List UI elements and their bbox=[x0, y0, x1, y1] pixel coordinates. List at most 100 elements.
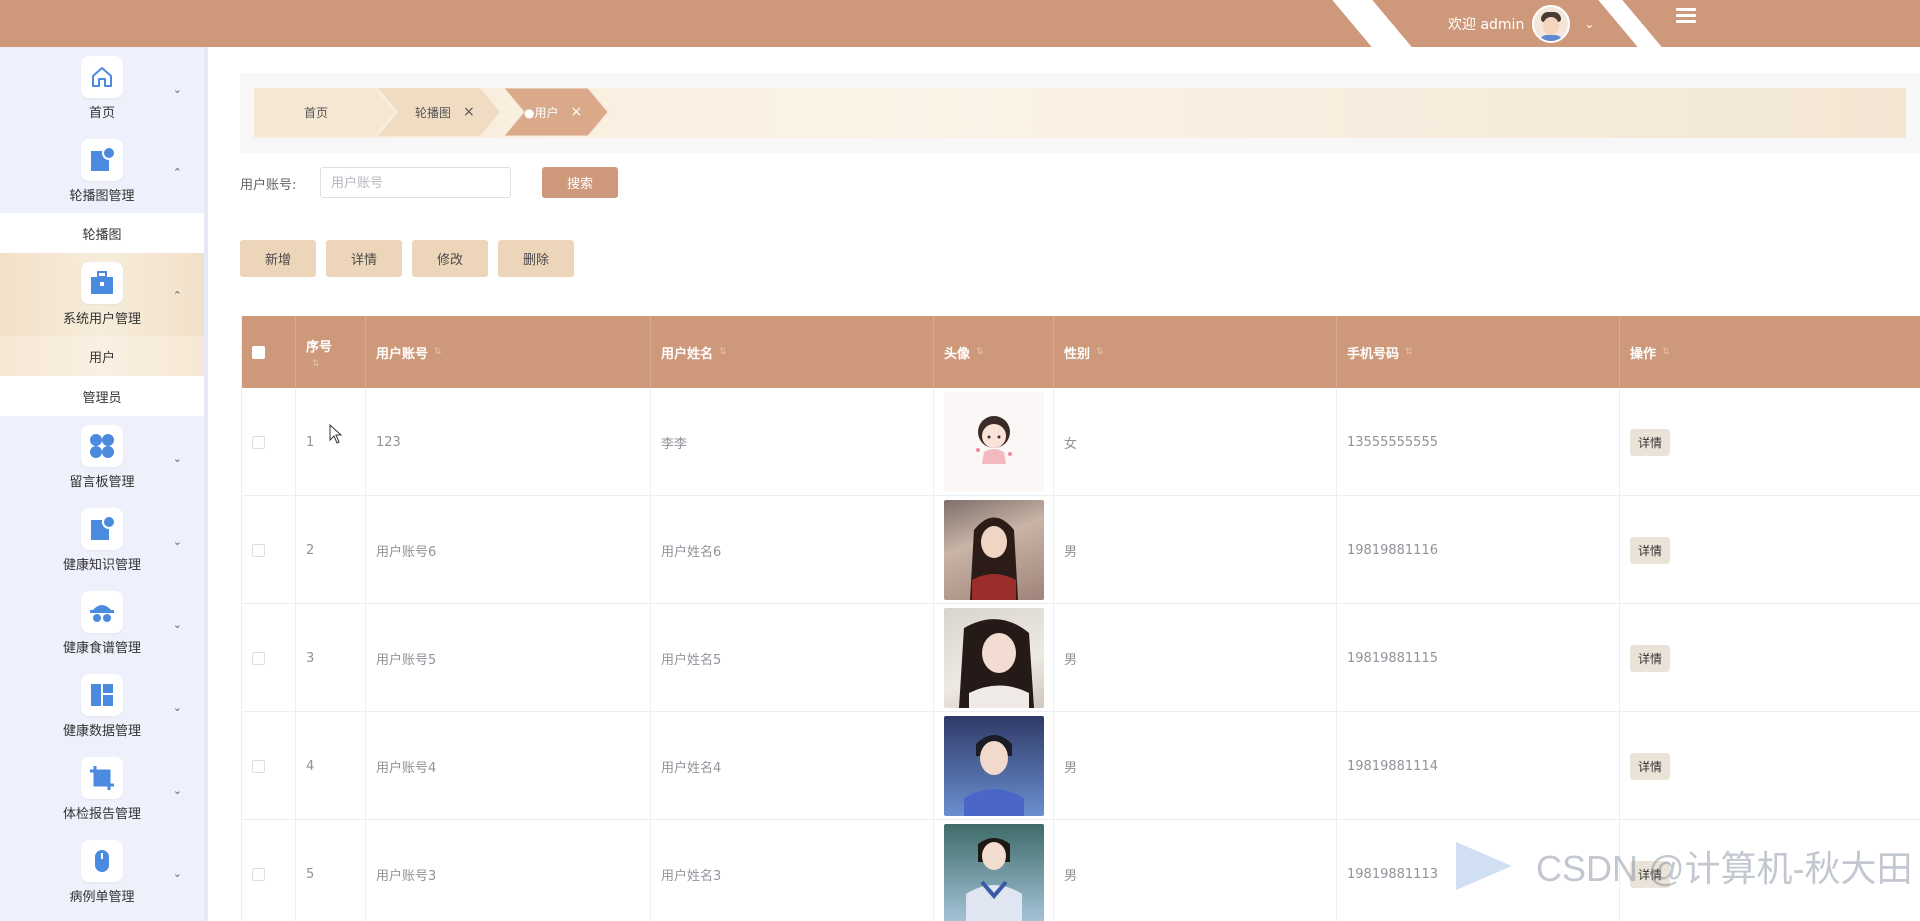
sidebar-item-message-board[interactable]: 留言板管理 ⌄ bbox=[0, 416, 204, 499]
user-avatar-image[interactable] bbox=[944, 824, 1044, 921]
chevron-down-icon[interactable]: ⌄ bbox=[1584, 17, 1594, 31]
column-header-label: 序号 bbox=[306, 339, 333, 355]
sort-icon[interactable]: ⇅ bbox=[312, 359, 320, 369]
column-header-label: 性别 bbox=[1064, 346, 1091, 362]
detail-button[interactable]: 详情 bbox=[326, 240, 402, 277]
cell-avatar bbox=[934, 388, 1054, 496]
add-button[interactable]: 新增 bbox=[240, 240, 316, 277]
user-avatar-image[interactable] bbox=[944, 608, 1044, 708]
tab-label: 首页 bbox=[304, 105, 329, 120]
table-row[interactable]: 2 用户账号6 用户姓名6 男 19819881116 详情 bbox=[242, 496, 1920, 604]
tab-label: ●用户 bbox=[524, 105, 559, 120]
row-detail-button[interactable]: 详情 bbox=[1630, 752, 1671, 780]
welcome-text: 欢迎 admin bbox=[1448, 16, 1525, 33]
sidebar-subitem-admin[interactable]: 管理员 bbox=[0, 376, 204, 416]
column-header-label: 头像 bbox=[944, 346, 971, 362]
row-checkbox[interactable] bbox=[252, 759, 265, 773]
header-gender[interactable]: 性别 ⇅ bbox=[1054, 316, 1337, 388]
sidebar-subitem-user[interactable]: 用户 bbox=[0, 336, 204, 376]
cell-phone: 19819881115 bbox=[1337, 604, 1620, 712]
sidebar-item-exam-report[interactable]: 体检报告管理 ⌄ bbox=[0, 748, 204, 831]
cell-avatar bbox=[934, 496, 1054, 604]
cell-gender: 男 bbox=[1054, 712, 1337, 820]
sidebar-item-home[interactable]: 首页 ⌄ bbox=[0, 47, 204, 130]
user-table: 序号 ⇅ 用户账号 ⇅ 用户姓名 ⇅ 头像 ⇅ 性别 ⇅ 手机号码 ⇅ 操作 ⇅ bbox=[241, 316, 1920, 921]
close-icon[interactable]: × bbox=[570, 104, 582, 120]
sort-icon[interactable]: ⇅ bbox=[1662, 347, 1670, 357]
search-button[interactable]: 搜索 bbox=[542, 167, 618, 198]
sidebar-item-case-sheet[interactable]: 病例单管理 ⌄ bbox=[0, 831, 204, 914]
sidebar-subitem-carousel[interactable]: 轮播图 bbox=[0, 213, 204, 253]
chevron-down-icon: ⌄ bbox=[172, 866, 182, 880]
tab-home[interactable]: 首页 bbox=[304, 88, 328, 136]
header-account[interactable]: 用户账号 ⇅ bbox=[366, 316, 651, 388]
avatar[interactable] bbox=[1532, 4, 1571, 43]
user-avatar-image[interactable] bbox=[944, 500, 1044, 600]
column-header-label: 操作 bbox=[1630, 346, 1657, 362]
cell-gender: 男 bbox=[1054, 820, 1337, 921]
user-avatar-image[interactable] bbox=[944, 392, 1044, 492]
edit-button[interactable]: 修改 bbox=[412, 240, 488, 277]
chevron-up-icon: ⌃ bbox=[172, 165, 182, 179]
cell-ops: 详情 bbox=[1620, 496, 1920, 604]
user-menu[interactable]: 欢迎 admin ⌄ bbox=[1448, 0, 1594, 47]
row-checkbox[interactable] bbox=[252, 435, 265, 449]
delete-button[interactable]: 删除 bbox=[498, 240, 574, 277]
image-icon bbox=[81, 508, 123, 550]
table-row[interactable]: 4 用户账号4 用户姓名4 男 19819881114 详情 bbox=[242, 712, 1920, 820]
tab-user[interactable]: ●用户 × bbox=[524, 88, 582, 136]
header-decor-stripe bbox=[1332, 0, 1412, 47]
table-row[interactable]: 3 用户账号5 用户姓名5 男 19819881115 详情 bbox=[242, 604, 1920, 712]
cell-gender: 男 bbox=[1054, 604, 1337, 712]
sidebar-item-label: 病例单管理 bbox=[69, 890, 135, 905]
hamburger-menu-icon[interactable] bbox=[1676, 8, 1696, 26]
cell-name: 用户姓名6 bbox=[651, 496, 934, 604]
cell-name: 用户姓名4 bbox=[651, 712, 934, 820]
header-avatar[interactable]: 头像 ⇅ bbox=[934, 316, 1054, 388]
cell-ops: 详情 bbox=[1620, 388, 1920, 496]
sidebar-item-label: 体检报告管理 bbox=[62, 807, 141, 822]
header-index[interactable]: 序号 ⇅ bbox=[296, 316, 366, 388]
cell-ops: 详情 bbox=[1620, 712, 1920, 820]
select-all-checkbox[interactable] bbox=[252, 345, 265, 359]
search-label: 用户账号: bbox=[240, 178, 297, 193]
sidebar-item-health-data[interactable]: 健康数据管理 ⌄ bbox=[0, 665, 204, 748]
chevron-down-icon: ⌄ bbox=[172, 783, 182, 797]
user-avatar-image[interactable] bbox=[944, 716, 1044, 816]
header-phone[interactable]: 手机号码 ⇅ bbox=[1337, 316, 1620, 388]
sort-icon[interactable]: ⇅ bbox=[1096, 347, 1104, 357]
mouse-cursor-icon bbox=[329, 424, 343, 444]
sidebar-item-system-users[interactable]: 系统用户管理 ⌃ bbox=[0, 253, 204, 336]
row-checkbox[interactable] bbox=[252, 651, 265, 665]
row-detail-button[interactable]: 详情 bbox=[1630, 644, 1671, 672]
watermark-text: CSDN @计算机-秋大田 bbox=[1536, 848, 1913, 889]
chevron-up-icon: ⌃ bbox=[172, 288, 182, 302]
row-checkbox[interactable] bbox=[252, 543, 265, 557]
close-icon[interactable]: × bbox=[463, 104, 475, 120]
search-input[interactable] bbox=[320, 167, 511, 198]
table-row[interactable]: 1 123 李李 女 13555555555 详情 bbox=[242, 388, 1920, 496]
column-header-label: 用户姓名 bbox=[661, 346, 714, 362]
cell-index: 4 bbox=[296, 712, 366, 820]
sidebar-item-health-knowledge[interactable]: 健康知识管理 ⌄ bbox=[0, 499, 204, 582]
sidebar-item-health-recipes[interactable]: 健康食谱管理 ⌄ bbox=[0, 582, 204, 665]
cell-avatar bbox=[934, 820, 1054, 921]
cell-account: 用户账号5 bbox=[366, 604, 651, 712]
cell-ops: 详情 bbox=[1620, 604, 1920, 712]
chevron-down-icon: ⌄ bbox=[172, 82, 182, 96]
row-checkbox[interactable] bbox=[252, 867, 265, 881]
header-ops[interactable]: 操作 ⇅ bbox=[1620, 316, 1920, 388]
crop-icon bbox=[81, 757, 123, 799]
cell-phone: 19819881116 bbox=[1337, 496, 1620, 604]
watermark: CSDN @计算机-秋大田 bbox=[1452, 836, 1913, 896]
sidebar-item-carousel-mgmt[interactable]: 轮播图管理 ⌃ bbox=[0, 130, 204, 213]
sort-icon[interactable]: ⇅ bbox=[1405, 347, 1413, 357]
sort-icon[interactable]: ⇅ bbox=[719, 347, 727, 357]
row-detail-button[interactable]: 详情 bbox=[1630, 536, 1671, 564]
sort-icon[interactable]: ⇅ bbox=[434, 347, 442, 357]
row-detail-button[interactable]: 详情 bbox=[1630, 428, 1671, 456]
header-name[interactable]: 用户姓名 ⇅ bbox=[651, 316, 934, 388]
tab-carousel[interactable]: 轮播图 × bbox=[415, 88, 475, 136]
sort-icon[interactable]: ⇅ bbox=[976, 347, 984, 357]
sidebar-item-label: 留言板管理 bbox=[69, 475, 135, 490]
